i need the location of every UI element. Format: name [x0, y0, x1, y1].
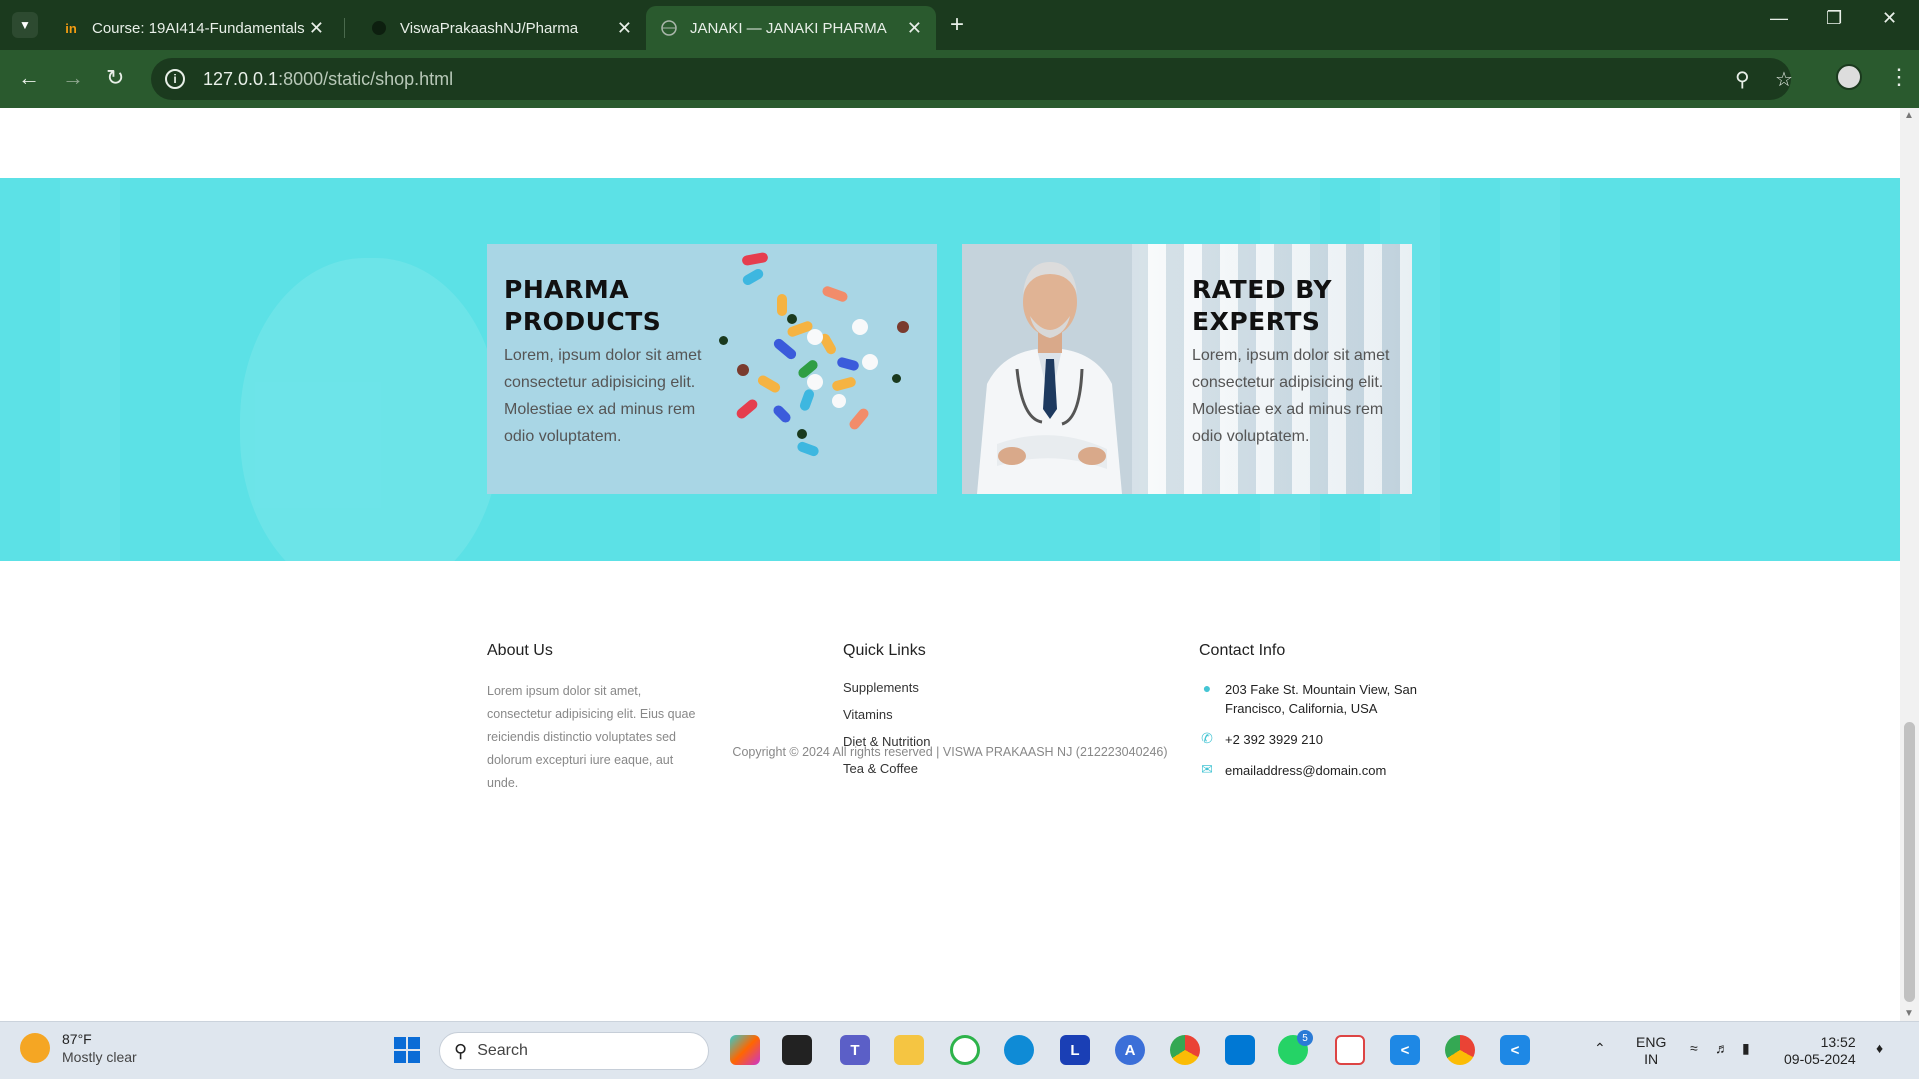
weather-moon-icon — [20, 1033, 50, 1063]
minimize-icon[interactable]: — — [1770, 8, 1788, 29]
snipping-tool-icon[interactable] — [1335, 1035, 1365, 1065]
file-explorer-icon[interactable] — [894, 1035, 924, 1065]
about-text: Lorem ipsum dolor sit amet, consectetur … — [487, 684, 696, 790]
footer-about: About Us Lorem ipsum dolor sit amet, con… — [487, 642, 702, 795]
background-column — [60, 178, 120, 561]
scrollbar-thumb[interactable] — [1904, 722, 1915, 1002]
new-tab-icon[interactable]: + — [950, 12, 964, 38]
footer-quick-links: Quick Links Supplements Vitamins Diet & … — [843, 642, 930, 788]
copilot-icon[interactable] — [730, 1035, 760, 1065]
footer-heading: About Us — [487, 642, 553, 659]
app-ring-icon[interactable] — [950, 1035, 980, 1065]
weather-widget[interactable]: 87°F Mostly clear — [20, 1030, 137, 1066]
battery-icon[interactable]: ▮ — [1742, 1040, 1750, 1057]
notification-bell-icon[interactable]: ♦ — [1876, 1040, 1883, 1057]
forward-arrow-icon[interactable]: → — [62, 66, 84, 90]
tab-course[interactable]: in Course: 19AI414-Fundamentals ✕ — [48, 6, 338, 50]
close-window-icon[interactable]: ✕ — [1882, 8, 1897, 29]
weather-temp: 87°F — [62, 1031, 92, 1047]
contact-address: ● 203 Fake St. Mountain View, San Franci… — [1199, 680, 1425, 718]
language-indicator[interactable]: ENG IN — [1636, 1034, 1666, 1068]
close-tab-icon[interactable]: ✕ — [617, 18, 632, 39]
pharma-products-card[interactable]: PHARMA PRODUCTS Lorem, ipsum dolor sit am… — [487, 244, 937, 494]
chrome-icon[interactable] — [1170, 1035, 1200, 1065]
windows-start-icon[interactable] — [392, 1035, 422, 1065]
l-app-icon[interactable]: L — [1060, 1035, 1090, 1065]
edge-icon[interactable] — [1004, 1035, 1034, 1065]
envelope-icon: ✉ — [1201, 761, 1213, 777]
close-tab-icon[interactable]: ✕ — [309, 18, 324, 39]
scroll-up-icon[interactable]: ▲ — [1904, 110, 1914, 121]
tab-title: ViswaPrakaashNJ/Pharma — [400, 19, 579, 37]
card-text: Lorem, ipsum dolor sit amet consectetur … — [504, 347, 702, 445]
tab-title: JANAKI — JANAKI PHARMA — [690, 19, 887, 37]
link-tea-coffee[interactable]: Tea & Coffee — [843, 761, 930, 776]
copyright-text: Copyright © 2024 All rights reserved | V… — [732, 745, 1168, 759]
bookmark-star-icon[interactable]: ☆ — [1775, 67, 1793, 92]
address-bar[interactable]: i 127.0.0.1:8000/static/shop.html — [151, 58, 1791, 100]
zoom-icon[interactable]: ⚲ — [1735, 67, 1750, 92]
whatsapp-badge: 5 — [1297, 1030, 1313, 1046]
vscode-icon[interactable]: < — [1390, 1035, 1420, 1065]
wifi-icon[interactable]: ≈ — [1690, 1040, 1698, 1057]
github-icon — [370, 19, 388, 37]
task-view-icon[interactable] — [782, 1035, 812, 1065]
map-pin-icon: ● — [1202, 680, 1212, 696]
scroll-down-icon[interactable]: ▼ — [1904, 1008, 1914, 1019]
browser-menu-icon[interactable]: ⋮ — [1888, 64, 1910, 90]
background-column — [1500, 178, 1560, 561]
store-icon[interactable] — [1225, 1035, 1255, 1065]
taskbar-search[interactable]: ⚲ Search — [439, 1032, 709, 1070]
tab-separator — [344, 18, 345, 38]
browser-tab-strip: ▼ in Course: 19AI414-Fundamentals ✕ Visw… — [0, 0, 1919, 50]
restore-icon[interactable]: ❐ — [1826, 8, 1842, 29]
profile-avatar[interactable] — [1836, 64, 1862, 90]
globe-icon — [660, 19, 678, 37]
background-doctor-image — [240, 258, 500, 561]
back-arrow-icon[interactable]: ← — [18, 66, 40, 90]
windows-taskbar: 87°F Mostly clear ⚲ Search T L A 5 < < ⌃… — [0, 1021, 1919, 1079]
teams-icon[interactable]: T — [840, 1035, 870, 1065]
card-title: RATED BY EXPERTS — [1192, 275, 1333, 336]
tab-search-dropdown-icon[interactable]: ▼ — [12, 12, 38, 38]
tab-janaki-active[interactable]: JANAKI — JANAKI PHARMA ✕ — [646, 6, 936, 50]
site-info-icon[interactable]: i — [165, 69, 185, 89]
browser-toolbar: ← → ↻ i 127.0.0.1:8000/static/shop.html … — [0, 50, 1919, 108]
close-tab-icon[interactable]: ✕ — [907, 18, 922, 39]
volume-icon[interactable]: ♬ — [1715, 1040, 1729, 1057]
moodle-favicon-icon: in — [65, 20, 77, 36]
footer-heading: Contact Info — [1199, 642, 1286, 659]
tab-github[interactable]: ViswaPrakaashNJ/Pharma ✕ — [356, 6, 646, 50]
card-title: PHARMA PRODUCTS — [504, 275, 662, 336]
app-a-icon[interactable]: A — [1115, 1035, 1145, 1065]
doctor-image — [962, 244, 1132, 494]
features-banner: PHARMA PRODUCTS Lorem, ipsum dolor sit am… — [0, 178, 1900, 561]
contact-email[interactable]: ✉ emailaddress@domain.com — [1199, 761, 1425, 780]
footer-heading: Quick Links — [843, 642, 926, 659]
vscode-icon[interactable]: < — [1500, 1035, 1530, 1065]
page-viewport: PHARMA PRODUCTS Lorem, ipsum dolor sit am… — [0, 108, 1900, 1021]
card-text: Lorem, ipsum dolor sit amet consectetur … — [1192, 347, 1390, 445]
search-icon: ⚲ — [454, 1040, 468, 1061]
link-vitamins[interactable]: Vitamins — [843, 707, 930, 722]
show-hidden-icons-chevron-icon[interactable]: ⌃ — [1594, 1040, 1606, 1057]
clock[interactable]: 13:52 09-05-2024 — [1784, 1034, 1856, 1068]
page-scrollbar[interactable]: ▲ ▼ — [1900, 108, 1919, 1021]
chrome-active-icon[interactable] — [1445, 1035, 1475, 1065]
footer-contact: Contact Info ● 203 Fake St. Mountain Vie… — [1199, 642, 1425, 792]
url-text[interactable]: 127.0.0.1:8000/static/shop.html — [203, 69, 453, 90]
weather-condition: Mostly clear — [62, 1049, 137, 1065]
link-supplements[interactable]: Supplements — [843, 680, 930, 695]
reload-icon[interactable]: ↻ — [106, 66, 124, 90]
tab-title: Course: 19AI414-Fundamentals — [92, 19, 305, 37]
rated-by-experts-card[interactable]: RATED BY EXPERTS Lorem, ipsum dolor sit a… — [962, 244, 1412, 494]
